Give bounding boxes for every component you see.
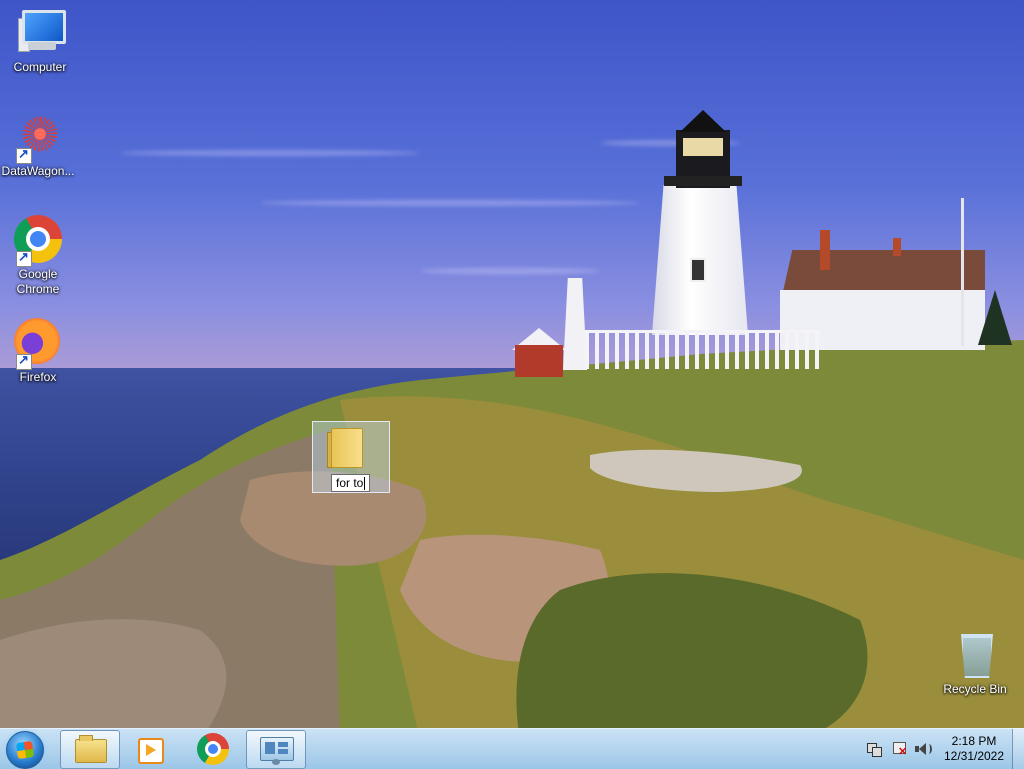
folder-name-field[interactable]: for to bbox=[331, 474, 371, 493]
chrome-icon bbox=[197, 733, 229, 765]
wallpaper-lantern-roof bbox=[680, 110, 726, 132]
clock-time: 2:18 PM bbox=[951, 734, 997, 748]
shortcut-arrow-icon bbox=[16, 249, 32, 267]
wallpaper-flagpole bbox=[961, 198, 964, 346]
desktop-icon-label: Computer bbox=[13, 60, 67, 74]
wallpaper-shed bbox=[515, 345, 563, 377]
taskbar-button-chrome[interactable] bbox=[183, 730, 241, 767]
action-center-flag-icon[interactable] bbox=[891, 741, 907, 758]
control-panel-icon bbox=[260, 737, 294, 761]
wallpaper-chimney-tower bbox=[563, 278, 587, 370]
datawagon-icon bbox=[14, 112, 62, 164]
desktop-icon-label: Firefox bbox=[19, 370, 57, 384]
wallpaper-gallery bbox=[664, 176, 742, 186]
recycle-bin-icon bbox=[951, 630, 999, 678]
taskbar: 2:18 PM 12/31/2022 bbox=[0, 728, 1024, 769]
folder-icon-front bbox=[331, 428, 363, 468]
desktop-icon-datawagon[interactable]: DataWagon... bbox=[0, 112, 76, 179]
wallpaper-lantern-glass bbox=[683, 138, 723, 156]
windows-start-orb-icon bbox=[15, 740, 35, 760]
computer-icon bbox=[16, 8, 66, 56]
firefox-icon bbox=[14, 318, 62, 370]
desktop-icon-computer[interactable]: Computer bbox=[2, 8, 78, 75]
taskbar-button-media-player[interactable] bbox=[120, 730, 178, 767]
control-panel-icon-base bbox=[272, 759, 280, 765]
text-cursor bbox=[364, 477, 366, 491]
start-button[interactable] bbox=[6, 731, 44, 769]
desktop-icon-label: Recycle Bin bbox=[943, 682, 1007, 696]
clock-date: 12/31/2022 bbox=[943, 749, 1005, 763]
wallpaper-cloud bbox=[260, 200, 640, 206]
desktop-icon-google-chrome[interactable]: Google Chrome bbox=[0, 215, 76, 297]
wallpaper-landscape bbox=[0, 340, 1024, 728]
taskbar-button-control-panel[interactable] bbox=[246, 730, 306, 769]
wallpaper-chimney bbox=[893, 238, 901, 256]
desktop-icon-firefox[interactable]: Firefox bbox=[0, 318, 76, 385]
desktop-icon-label: DataWagon... bbox=[1, 164, 75, 178]
wallpaper-fence bbox=[585, 330, 820, 369]
taskbar-button-explorer[interactable] bbox=[60, 730, 120, 769]
desktop[interactable]: Computer DataWagon... Google Chrome Fire… bbox=[0, 0, 1024, 728]
wallpaper-cloud bbox=[420, 268, 600, 274]
shortcut-arrow-icon bbox=[16, 146, 32, 164]
desktop-folder-drag-ghost[interactable]: for to bbox=[312, 421, 390, 493]
explorer-icon bbox=[75, 735, 107, 763]
show-desktop-button[interactable] bbox=[1012, 729, 1024, 769]
system-clock[interactable]: 2:18 PM 12/31/2022 bbox=[938, 734, 1010, 764]
wallpaper-chimney bbox=[820, 230, 830, 270]
network-icon[interactable] bbox=[866, 741, 882, 757]
desktop-icon-label: Google Chrome bbox=[16, 267, 60, 296]
desktop-icon-recycle-bin[interactable]: Recycle Bin bbox=[937, 630, 1013, 697]
volume-icon[interactable] bbox=[914, 741, 932, 757]
media-player-icon bbox=[138, 738, 164, 764]
chrome-icon bbox=[14, 215, 62, 267]
wallpaper-lighthouse-window bbox=[690, 258, 706, 282]
folder-name-text: for to bbox=[336, 476, 364, 490]
wallpaper-cloud bbox=[120, 150, 420, 156]
shortcut-arrow-icon bbox=[16, 352, 32, 370]
